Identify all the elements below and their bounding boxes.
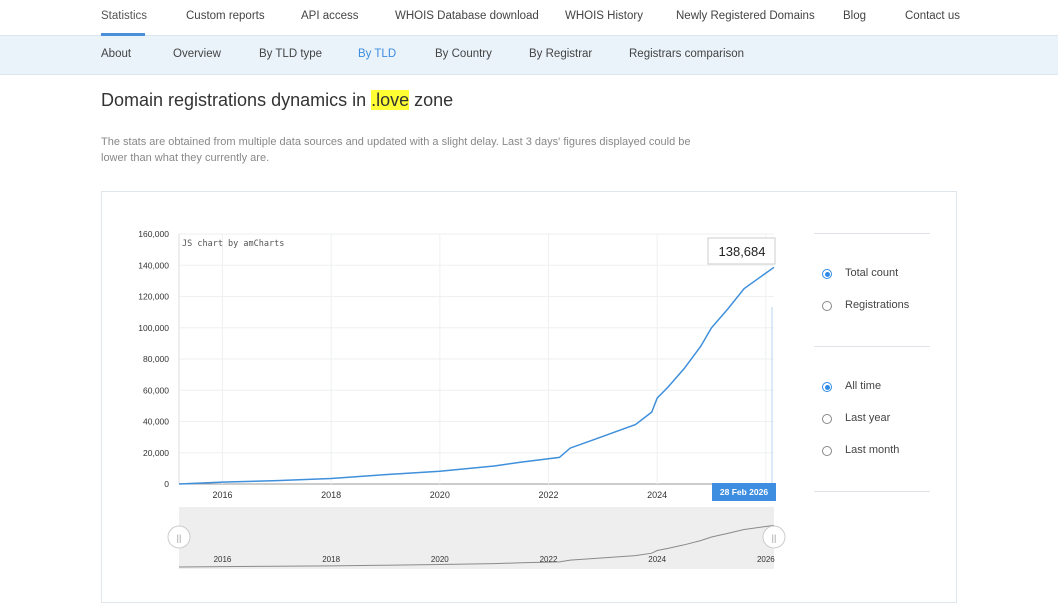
tab-by-tld-type[interactable]: By TLD type xyxy=(259,48,322,60)
options-divider xyxy=(814,233,930,234)
nav-item-statistics[interactable]: Statistics xyxy=(101,10,147,22)
range-option-last-month[interactable]: Last month xyxy=(845,444,899,456)
stats-note: The stats are obtained from multiple dat… xyxy=(101,136,691,164)
grip-icon: || xyxy=(772,533,777,543)
y-tick-label: 0 xyxy=(164,479,169,489)
tld-highlight: .love xyxy=(371,90,410,110)
scrollbar-tick-label: 2020 xyxy=(431,555,449,564)
scrollbar-background xyxy=(179,507,774,569)
tab-by-country[interactable]: By Country xyxy=(435,48,492,60)
page-title: Domain registrations dynamics in .love z… xyxy=(101,90,454,110)
nav-item-blog[interactable]: Blog xyxy=(843,10,866,22)
tab-registrars-comparison[interactable]: Registrars comparison xyxy=(629,48,744,60)
nav-item-whois-database-download[interactable]: WHOIS Database download xyxy=(395,10,539,22)
nav-item-contact-us[interactable]: Contact us xyxy=(905,10,960,22)
y-tick-label: 20,000 xyxy=(143,448,169,458)
grip-icon: || xyxy=(177,533,182,543)
metric-radio-total-count[interactable] xyxy=(822,269,832,279)
nav-item-newly-registered-domains[interactable]: Newly Registered Domains xyxy=(676,10,815,22)
y-tick-label: 140,000 xyxy=(138,260,169,270)
y-tick-label: 40,000 xyxy=(143,417,169,427)
y-tick-label: 60,000 xyxy=(143,385,169,395)
x-tick-label: 2016 xyxy=(212,490,232,500)
nav-item-api-access[interactable]: API access xyxy=(301,10,359,22)
x-tick-label: 2024 xyxy=(647,490,667,500)
metric-option-registrations[interactable]: Registrations xyxy=(845,299,909,311)
scrollbar-tick-label: 2016 xyxy=(214,555,232,564)
scrollbar-tick-label: 2026 xyxy=(757,555,775,564)
range-option-last-year[interactable]: Last year xyxy=(845,412,890,424)
options-divider xyxy=(814,491,930,492)
x-tick-label: 2020 xyxy=(430,490,450,500)
tab-by-tld[interactable]: By TLD xyxy=(358,48,396,60)
value-balloon-label: 138,684 xyxy=(719,244,766,259)
x-tick-label: 2018 xyxy=(321,490,341,500)
registrations-chart[interactable]: 0 20,000 40,000 60,000 80,000 100,000 120,000 1… xyxy=(102,192,812,582)
scrollbar-tick-label: 2018 xyxy=(322,555,340,564)
series-line-total-count xyxy=(178,266,775,485)
y-tick-label: 100,000 xyxy=(138,323,169,333)
scrollbar-tick-label: 2024 xyxy=(648,555,666,564)
range-option-all-time[interactable]: All time xyxy=(845,380,881,392)
sub-navigation: About Overview By TLD type By TLD By Country… xyxy=(0,36,1058,75)
nav-item-whois-history[interactable]: WHOIS History xyxy=(565,10,643,22)
y-tick-label: 120,000 xyxy=(138,292,169,302)
range-radio-last-month[interactable] xyxy=(822,446,832,456)
range-radio-last-year[interactable] xyxy=(822,414,832,424)
metric-radio-registrations[interactable] xyxy=(822,301,832,311)
tab-overview[interactable]: Overview xyxy=(173,48,221,60)
cursor-date-label: 28 Feb 2026 xyxy=(720,487,768,497)
chart-panel: 0 20,000 40,000 60,000 80,000 100,000 120,000 1… xyxy=(101,191,957,603)
x-tick-label: 2022 xyxy=(538,490,558,500)
y-tick-label: 80,000 xyxy=(143,354,169,364)
range-radio-all-time[interactable] xyxy=(822,382,832,392)
tab-by-registrar[interactable]: By Registrar xyxy=(529,48,592,60)
chart-credit: JS chart by amCharts xyxy=(182,239,284,249)
top-navigation: Statistics Custom reports API access WHOIS … xyxy=(0,0,1058,36)
nav-item-custom-reports[interactable]: Custom reports xyxy=(186,10,265,22)
tab-about[interactable]: About xyxy=(101,48,131,60)
metric-option-total-count[interactable]: Total count xyxy=(845,267,898,279)
y-tick-label: 160,000 xyxy=(138,229,169,239)
scrollbar-tick-label: 2022 xyxy=(540,555,558,564)
options-divider xyxy=(814,346,930,347)
